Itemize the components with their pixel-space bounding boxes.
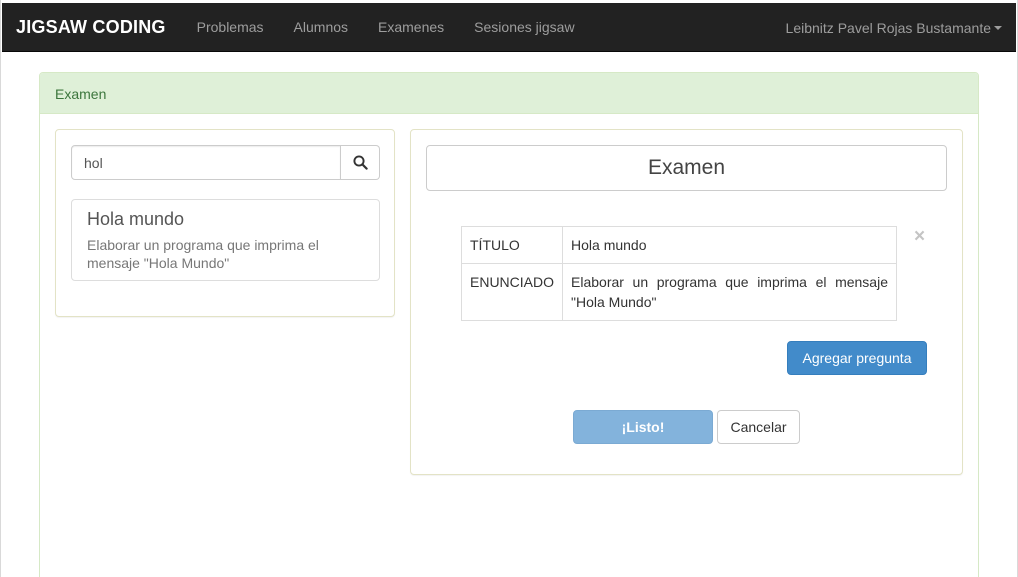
statement-label: ENUNCIADO [460, 263, 564, 321]
search-button[interactable] [341, 145, 380, 180]
ready-button[interactable]: ¡Listo! [573, 410, 713, 444]
nav-link-problemas[interactable]: Problemas [182, 19, 279, 35]
exam-builder-panel: Examen TÍTULO Hola mundo ENUNCIADO Elabo… [410, 129, 963, 475]
top-navbar: JIGSAW CODING Problemas Alumnos Examenes… [2, 3, 1016, 52]
search-icon [352, 155, 368, 170]
nav-link-alumnos[interactable]: Alumnos [279, 19, 363, 35]
nav-link-sesiones-jigsaw[interactable]: Sesiones jigsaw [459, 19, 589, 35]
search-group [71, 145, 380, 180]
result-title: Hola mundo [87, 209, 185, 229]
search-result-item[interactable]: Hola mundo Elaborar un programa que impr… [71, 199, 380, 281]
search-input[interactable] [71, 145, 341, 180]
user-menu-dropdown[interactable]: Leibnitz Pavel Rojas Bustamante [786, 3, 1002, 52]
remove-question-icon[interactable]: × [914, 227, 925, 247]
exam-title: Examen [426, 145, 947, 191]
statement-value: Elaborar un programa que imprima el mens… [562, 263, 897, 321]
nav-link-examenes[interactable]: Examenes [363, 19, 459, 35]
user-name: Leibnitz Pavel Rojas Bustamante [785, 19, 991, 36]
problem-search-panel: Hola mundo Elaborar un programa que impr… [55, 129, 395, 317]
caret-down-icon [994, 25, 1002, 30]
result-description: Elaborar un programa que imprima el mens… [87, 237, 319, 271]
table-row: TÍTULO Hola mundo [460, 226, 897, 264]
title-value: Hola mundo [562, 226, 897, 264]
question-table: TÍTULO Hola mundo ENUNCIADO Elaborar un … [460, 226, 897, 321]
table-row: ENUNCIADO Elaborar un programa que impri… [460, 263, 897, 321]
exam-panel-heading: Examen [40, 73, 978, 114]
cancel-button[interactable]: Cancelar [717, 410, 800, 444]
title-label: TÍTULO [460, 226, 564, 264]
add-question-button[interactable]: Agregar pregunta [787, 341, 927, 375]
brand-logo[interactable]: JIGSAW CODING [2, 17, 182, 38]
